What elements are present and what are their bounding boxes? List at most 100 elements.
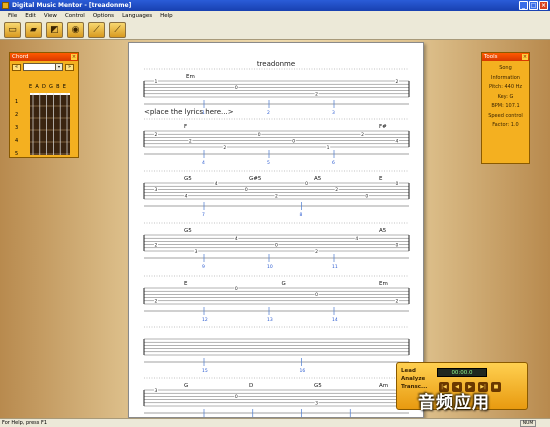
chord-label: F bbox=[184, 124, 187, 130]
fret-number: 5 bbox=[15, 151, 19, 157]
window-title: Digital Music Mentor - [treadonme] bbox=[12, 2, 132, 9]
pitch-value: Pitch: 440 Hz bbox=[489, 84, 522, 90]
fret-note: 0 bbox=[258, 132, 261, 138]
next-chord-button[interactable]: » bbox=[65, 63, 74, 71]
minimize-button[interactable]: _ bbox=[519, 1, 528, 10]
mode-lead[interactable]: Lead bbox=[401, 367, 427, 375]
fret-note: 4 bbox=[215, 181, 218, 187]
fret-note: 2 bbox=[396, 299, 399, 305]
fret-note: 1 bbox=[155, 79, 158, 85]
chord-label: Em bbox=[379, 281, 388, 287]
tools-panel-title: Tools × bbox=[482, 53, 529, 61]
menu-edit[interactable]: Edit bbox=[25, 13, 36, 19]
tools-panel: Tools × Song Information Pitch: 440 Hz K… bbox=[481, 52, 530, 164]
chord-select[interactable]: ▾ bbox=[23, 63, 63, 71]
guitar-icon: ⟋ bbox=[93, 24, 100, 35]
song-info: Song Information Pitch: 440 Hz Key: G BP… bbox=[482, 61, 529, 134]
fret-note: 0 bbox=[235, 394, 238, 400]
tuner-button[interactable]: ◉ bbox=[67, 21, 84, 38]
key-value: Key: G bbox=[497, 93, 514, 100]
fret-number: 2 bbox=[15, 112, 19, 118]
fret-note: 2 bbox=[155, 299, 158, 305]
chord-label: F# bbox=[379, 124, 387, 130]
guitar-tuning-icon: ⟋ bbox=[114, 24, 121, 35]
menu-file[interactable]: File bbox=[8, 13, 17, 19]
measure-number: 4 bbox=[202, 160, 205, 166]
chord-controls: « ▾ » bbox=[10, 61, 78, 73]
open-icon: ▭ bbox=[8, 24, 17, 35]
toolbar: ▭ ▰ ◩ ◉ ⟋ ⟋ bbox=[0, 20, 550, 40]
fret-note: 2 bbox=[155, 242, 158, 248]
stop-button[interactable]: ■ bbox=[491, 382, 501, 392]
chord-panel-close-button[interactable]: × bbox=[71, 54, 77, 60]
fretboard-grid bbox=[30, 93, 70, 155]
app-icon bbox=[2, 2, 9, 9]
fret-note: 4 bbox=[185, 194, 188, 200]
measure-number: 9 bbox=[202, 264, 205, 270]
fret-note: 2 bbox=[361, 132, 364, 138]
menu-options[interactable]: Options bbox=[93, 13, 114, 19]
fret-note: 1 bbox=[327, 145, 330, 151]
measure-number: 13 bbox=[267, 317, 273, 323]
fretboard[interactable] bbox=[30, 93, 70, 155]
close-button[interactable]: × bbox=[539, 1, 548, 10]
open-button[interactable]: ▭ bbox=[4, 21, 21, 38]
status-text: For Help, press F1 bbox=[2, 420, 48, 426]
prev-chord-button[interactable]: « bbox=[12, 63, 21, 71]
fret-note: 2 bbox=[189, 138, 192, 144]
measure-number: 6 bbox=[332, 160, 335, 166]
tools-panel-close-button[interactable]: × bbox=[522, 54, 528, 60]
song-info-heading: Song Information bbox=[491, 65, 520, 81]
chord-panel-title: Chord × bbox=[10, 53, 78, 61]
chord-label: G5 bbox=[184, 176, 192, 182]
chord-label: A5 bbox=[379, 228, 387, 234]
fret-note: 0 bbox=[396, 181, 399, 187]
chord-label: G5 bbox=[184, 228, 192, 234]
open-folder-button[interactable]: ▰ bbox=[25, 21, 42, 38]
chord-label: G bbox=[282, 281, 286, 287]
fret-number: 1 bbox=[15, 99, 19, 105]
guitar-tuning-button[interactable]: ⟋ bbox=[109, 21, 126, 38]
measure-number: 1 bbox=[202, 110, 205, 116]
measure-number: 16 bbox=[300, 368, 306, 374]
window-controls: _ □ × bbox=[519, 1, 548, 10]
tab-sheet: treadonme <place the lyrics here...> Em 1… bbox=[128, 42, 424, 418]
speed-control-heading: Speed control bbox=[488, 112, 523, 119]
open-folder-icon: ▰ bbox=[30, 24, 37, 35]
chord-panel: Chord × « ▾ » EADGBE 1 2 3 4 5 bbox=[9, 52, 79, 158]
maximize-button[interactable]: □ bbox=[529, 1, 538, 10]
fret-note: 0 bbox=[235, 85, 238, 91]
title-bar: Digital Music Mentor - [treadonme] _ □ × bbox=[0, 0, 550, 11]
speed-factor[interactable]: Factor: 1.0 bbox=[484, 121, 527, 131]
measure-number: 5 bbox=[267, 160, 270, 166]
measure-number: 15 bbox=[202, 368, 208, 374]
chord-label: G bbox=[184, 383, 188, 389]
chord-label: Em bbox=[186, 74, 195, 80]
tuner-icon: ◉ bbox=[71, 24, 80, 35]
bpm-value: BPM: 107.1 bbox=[491, 103, 520, 109]
fret-note: 0 bbox=[305, 181, 308, 187]
time-display: 00:00.0 bbox=[437, 368, 487, 377]
fret-note: 2 bbox=[335, 187, 338, 193]
mode-analyze[interactable]: Analyze bbox=[401, 375, 427, 383]
chord-label: Am bbox=[379, 383, 388, 389]
fret-note: 0 bbox=[315, 292, 318, 298]
measure-number: 14 bbox=[332, 317, 338, 323]
fret-note: 0 bbox=[235, 286, 238, 292]
menu-help[interactable]: Help bbox=[160, 13, 173, 19]
fret-note: 0 bbox=[365, 194, 368, 200]
guitar-button[interactable]: ⟋ bbox=[88, 21, 105, 38]
fret-note: 0 bbox=[292, 138, 295, 144]
chord-label: E bbox=[184, 281, 188, 287]
fret-note: 3 bbox=[315, 401, 318, 407]
fret-note: 4 bbox=[355, 236, 358, 242]
menu-languages[interactable]: Languages bbox=[122, 13, 152, 19]
menu-control[interactable]: Control bbox=[65, 13, 85, 19]
fret-note: 4 bbox=[235, 236, 238, 242]
menu-view[interactable]: View bbox=[44, 13, 57, 19]
fret-number: 4 bbox=[15, 138, 19, 144]
measure-number: 8 bbox=[300, 212, 303, 218]
save-button[interactable]: ◩ bbox=[46, 21, 63, 38]
chevron-down-icon[interactable]: ▾ bbox=[55, 64, 62, 70]
measure-number: 2 bbox=[267, 110, 270, 116]
